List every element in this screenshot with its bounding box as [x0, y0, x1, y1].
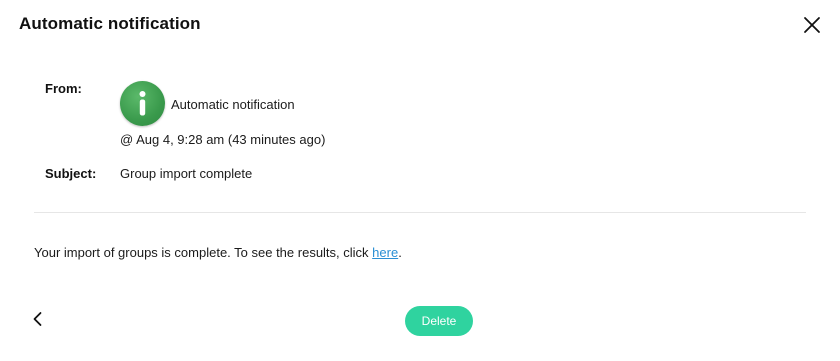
divider [34, 212, 806, 213]
from-label: From: [45, 81, 82, 96]
subject-value: Group import complete [120, 166, 253, 181]
close-icon [804, 17, 820, 33]
sender-avatar [120, 81, 165, 126]
dialog-title: Automatic notification [19, 14, 201, 33]
subject-label: Subject: [45, 166, 97, 181]
message-body: Your import of groups is complete. To se… [34, 245, 402, 260]
results-link[interactable]: here [372, 245, 398, 260]
info-icon [139, 91, 146, 116]
back-button[interactable] [28, 309, 48, 329]
notification-dialog: Automatic notification From: Automatic n… [0, 0, 840, 361]
delete-button[interactable]: Delete [405, 306, 473, 336]
sender-name: Automatic notification [171, 97, 295, 112]
body-text: Your import of groups is complete. To se… [34, 245, 373, 260]
close-button[interactable] [802, 15, 822, 35]
message-timestamp: @ Aug 4, 9:28 am (43 minutes ago) [120, 132, 326, 147]
body-suffix: . [398, 245, 402, 260]
chevron-left-icon [33, 312, 42, 326]
